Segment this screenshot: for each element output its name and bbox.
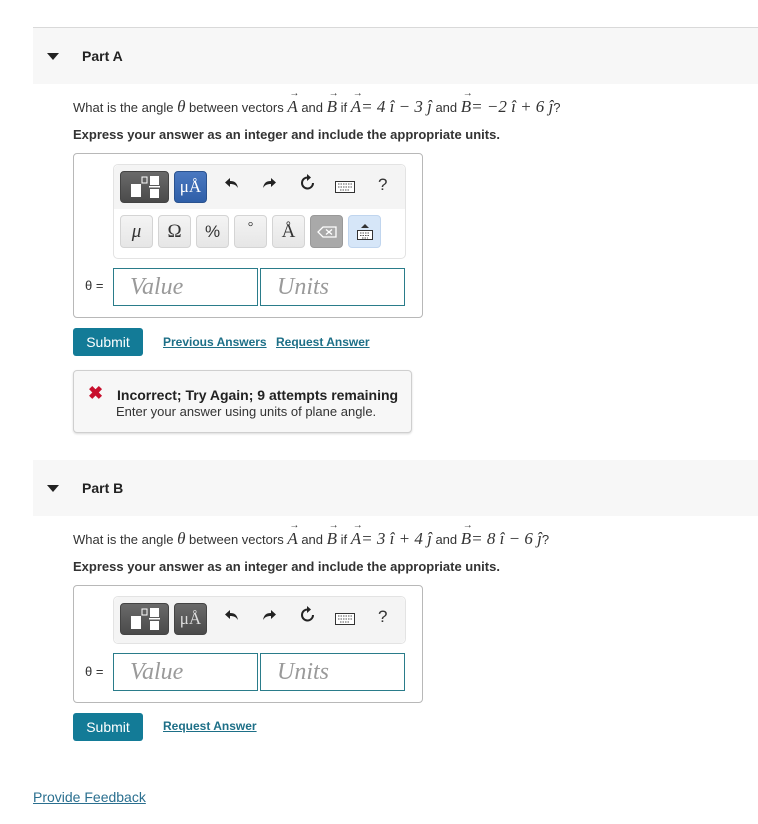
toolbar-top-row: μÅ ? — [114, 165, 405, 209]
backspace-icon — [316, 225, 337, 238]
units-button[interactable]: μÅ — [174, 603, 207, 635]
previous-answers-link[interactable]: Previous Answers — [163, 335, 267, 349]
redo-icon[interactable] — [261, 607, 277, 628]
feedback-message: Enter your answer using units of plane a… — [116, 404, 377, 419]
answer-label: θ = — [85, 278, 103, 293]
undo-icon[interactable] — [224, 607, 240, 628]
question-text: What is the angle — [73, 100, 178, 115]
caret-down-icon — [47, 484, 59, 492]
value-input[interactable] — [113, 653, 258, 691]
question-text: between vectors — [185, 532, 288, 547]
units-input[interactable] — [260, 653, 405, 691]
equation-a-op: + 4 — [394, 529, 428, 548]
question-text: between vectors — [185, 100, 288, 115]
vector-b: B — [327, 88, 339, 117]
omega-button[interactable]: Ω — [158, 215, 191, 248]
redo-icon[interactable] — [261, 175, 277, 196]
answer-label-text: θ = — [85, 278, 104, 293]
part-a-title: Part A — [82, 48, 123, 64]
angstrom-button[interactable]: Å — [272, 215, 305, 248]
templates-icon — [130, 176, 160, 198]
part-b-title: Part B — [82, 480, 124, 496]
question-text: ? — [541, 532, 550, 547]
caret-down-icon — [47, 52, 59, 60]
incorrect-x-icon: ✖ — [88, 383, 104, 403]
vector-a: A — [351, 520, 363, 549]
part-a-toolbar: μÅ ? μ Ω % ° Å — [113, 164, 406, 259]
part-b-question: What is the angle θ between vectors A an… — [73, 520, 550, 549]
reset-icon[interactable] — [299, 174, 317, 197]
part-b-answer-box: μÅ ? θ = — [73, 585, 423, 703]
equation-a: = 3 — [361, 529, 390, 548]
templates-icon — [130, 608, 160, 630]
keyboard-icon[interactable] — [335, 610, 355, 630]
equation-a: = 4 — [361, 97, 390, 116]
equation-b: = 8 — [471, 529, 500, 548]
help-icon[interactable]: ? — [378, 607, 387, 627]
toolbar-symbol-row: μ Ω % ° Å — [114, 209, 405, 257]
part-b-toolbar: μÅ ? — [113, 596, 406, 644]
toolbar-top-row: μÅ ? — [114, 597, 405, 643]
question-text: and — [297, 532, 327, 547]
backspace-button[interactable] — [310, 215, 343, 248]
degree-button[interactable]: ° — [234, 215, 267, 248]
vector-a: A — [287, 88, 299, 117]
answer-label: θ = — [85, 664, 103, 679]
part-a-header[interactable]: Part A — [33, 28, 758, 84]
equation-b: = −2 — [471, 97, 512, 116]
part-b-request-answer-link[interactable]: Request Answer — [163, 719, 257, 733]
templates-button[interactable] — [120, 603, 169, 635]
feedback-panel: ✖ Incorrect; Try Again; 9 attempts remai… — [73, 370, 412, 433]
question-text: and — [431, 100, 461, 115]
answer-label-text: θ = — [85, 664, 104, 679]
equation-b-op: + 6 — [515, 97, 549, 116]
part-a-answer-box: μÅ ? μ Ω % ° Å θ = Value Units — [73, 153, 423, 318]
value-input[interactable] — [113, 268, 258, 306]
vector-b: B — [461, 520, 473, 549]
part-b-submit-button[interactable]: Submit — [73, 713, 143, 741]
question-text: What is the angle — [73, 532, 178, 547]
question-text: if — [337, 100, 351, 115]
keyboard-toggle-icon — [356, 223, 373, 240]
reset-icon[interactable] — [299, 606, 317, 629]
keyboard-icon[interactable] — [335, 178, 355, 198]
units-input[interactable] — [260, 268, 405, 306]
vector-a: A — [351, 88, 363, 117]
equation-a-op: − 3 — [394, 97, 428, 116]
show-keyboard-button[interactable] — [348, 215, 381, 248]
part-a-instruction: Express your answer as an integer and in… — [73, 127, 500, 142]
vector-a: A — [287, 520, 299, 549]
units-button[interactable]: μÅ — [174, 171, 207, 203]
percent-button[interactable]: % — [196, 215, 229, 248]
question-text: and — [431, 532, 461, 547]
part-a-submit-button[interactable]: Submit — [73, 328, 143, 356]
undo-icon[interactable] — [224, 175, 240, 196]
part-a-question: What is the angle θ between vectors A an… — [73, 88, 561, 117]
question-text: if — [337, 532, 351, 547]
templates-button[interactable] — [120, 171, 169, 203]
provide-feedback-link[interactable]: Provide Feedback — [33, 789, 146, 805]
part-a-request-answer-link[interactable]: Request Answer — [276, 335, 370, 349]
question-text: ? — [553, 100, 561, 115]
vector-b: B — [327, 520, 339, 549]
equation-b-op: − 6 — [504, 529, 538, 548]
part-b-instruction: Express your answer as an integer and in… — [73, 559, 500, 574]
question-text: and — [297, 100, 327, 115]
mu-button[interactable]: μ — [120, 215, 153, 248]
feedback-title: Incorrect; Try Again; 9 attempts remaini… — [117, 387, 399, 403]
vector-b: B — [461, 88, 473, 117]
part-b-header[interactable]: Part B — [33, 460, 758, 516]
help-icon[interactable]: ? — [378, 175, 387, 195]
